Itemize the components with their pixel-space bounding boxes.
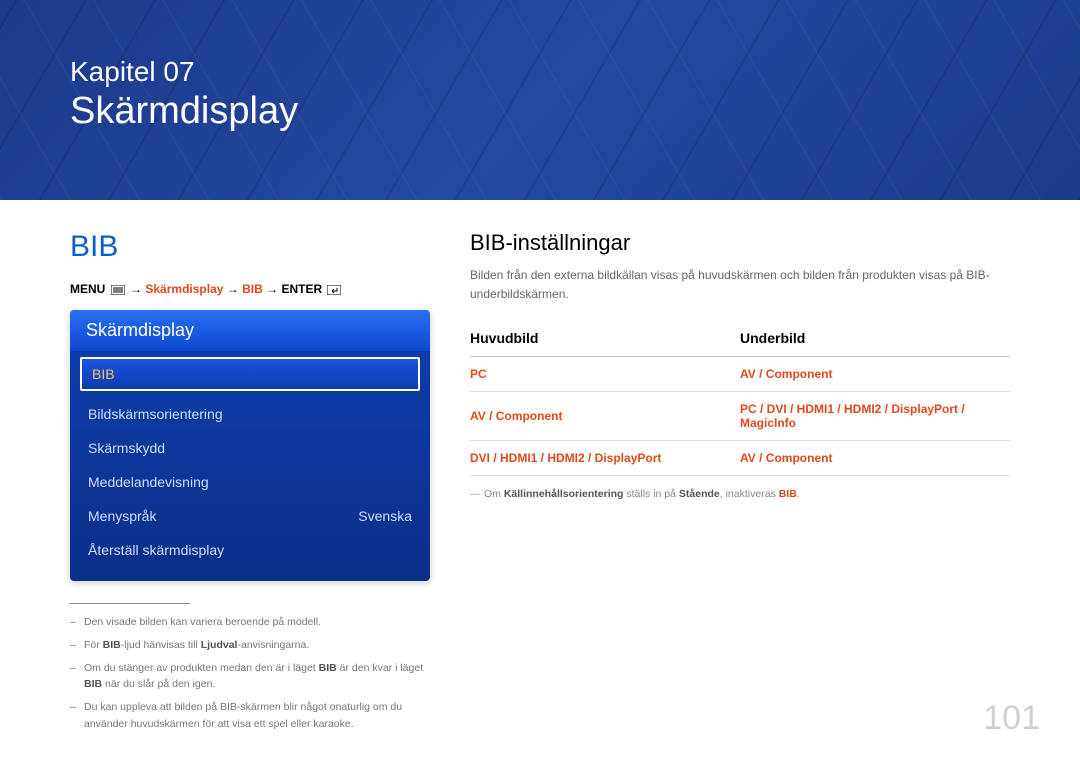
breadcrumb-arrow: → <box>130 282 142 296</box>
breadcrumb-menu: MENU <box>70 282 105 296</box>
section-title-bib: BIB <box>70 230 430 264</box>
osd-menu-item-label: Skärmskydd <box>88 440 165 456</box>
footnote-text: -anvisningarna. <box>237 639 309 651</box>
settings-note: Om Källinnehållsorientering ställs in på… <box>470 486 1010 503</box>
breadcrumb-arrow: → <box>227 282 239 296</box>
osd-menu-item-orientation[interactable]: Bildskärmsorientering <box>70 397 430 431</box>
table-row: AV / Component PC / DVI / HDMI1 / HDMI2 … <box>470 392 1010 441</box>
chapter-kicker: Kapitel 07 <box>70 55 1010 89</box>
table-cell: AV / Component <box>470 392 740 441</box>
osd-menu-item-label: Meddelandevisning <box>88 474 209 490</box>
footnote-text: Om du stänger av produkten medan den är … <box>84 662 319 674</box>
table-cell: AV / Component <box>740 441 1010 476</box>
osd-menu-item-reset[interactable]: Återställ skärmdisplay <box>70 533 430 567</box>
table-row: DVI / HDMI1 / HDMI2 / DisplayPort AV / C… <box>470 441 1010 476</box>
table-header-main: Huvudbild <box>470 324 740 357</box>
chapter-banner: Kapitel 07 Skärmdisplay <box>0 0 1080 200</box>
footnote-item: Om du stänger av produkten medan den är … <box>70 660 430 694</box>
osd-menu-item-label: Återställ skärmdisplay <box>88 542 224 558</box>
note-text: . <box>797 488 800 500</box>
osd-menu-item-language[interactable]: Menyspråk Svenska <box>70 499 430 533</box>
menu-icon <box>111 285 125 295</box>
breadcrumb-enter: ENTER <box>281 282 322 296</box>
table-header-sub: Underbild <box>740 324 1010 357</box>
osd-menu-item-label: BIB <box>92 366 115 382</box>
footnote-text: är den kvar i läget <box>337 662 423 674</box>
page-number: 101 <box>983 699 1040 738</box>
footnote-strong: BIB <box>84 678 102 690</box>
breadcrumb-p1: Skärmdisplay <box>145 282 223 296</box>
osd-menu-item-message[interactable]: Meddelandevisning <box>70 465 430 499</box>
breadcrumb-arrow: → <box>266 282 278 296</box>
table-cell: DVI / HDMI1 / HDMI2 / DisplayPort <box>470 441 740 476</box>
osd-menu-item-screensaver[interactable]: Skärmskydd <box>70 431 430 465</box>
note-strong: Stående <box>679 488 720 500</box>
table-row: PC AV / Component <box>470 357 1010 392</box>
footnote-rule <box>70 603 190 604</box>
osd-menu-item-bib[interactable]: BIB <box>80 357 420 391</box>
footnote-item: Den visade bilden kan variera beroende p… <box>70 614 430 631</box>
note-text: ställs in på <box>623 488 678 500</box>
osd-menu-header: Skärmdisplay <box>70 310 430 351</box>
footnote-text: -ljud hänvisas till <box>121 639 201 651</box>
breadcrumb: MENU → Skärmdisplay → BIB → ENTER <box>70 282 430 296</box>
note-strong: Källinnehållsorientering <box>504 488 624 500</box>
source-table: Huvudbild Underbild PC AV / Component AV… <box>470 324 1010 476</box>
enter-icon <box>327 285 341 295</box>
table-cell: AV / Component <box>740 357 1010 392</box>
breadcrumb-p2: BIB <box>242 282 263 296</box>
note-highlight: BIB <box>779 488 797 500</box>
footnote-strong: BIB <box>103 639 121 651</box>
footnotes: Den visade bilden kan variera beroende p… <box>70 603 430 733</box>
footnote-strong: Ljudval <box>201 639 238 651</box>
table-cell: PC <box>470 357 740 392</box>
osd-menu-panel: Skärmdisplay BIB Bildskärmsorientering S… <box>70 310 430 581</box>
footnote-item: För BIB-ljud hänvisas till Ljudval-anvis… <box>70 637 430 654</box>
settings-heading: BIB-inställningar <box>470 230 1010 256</box>
osd-menu-item-label: Bildskärmsorientering <box>88 406 223 422</box>
osd-menu-item-label: Menyspråk <box>88 508 156 524</box>
footnote-item: Du kan uppleva att bilden på BIB-skärmen… <box>70 699 430 733</box>
note-text: , inaktiveras <box>720 488 779 500</box>
osd-menu-item-value: Svenska <box>358 508 412 524</box>
note-text: Om <box>484 488 504 500</box>
chapter-title: Skärmdisplay <box>70 89 1010 135</box>
table-cell: PC / DVI / HDMI1 / HDMI2 / DisplayPort /… <box>740 392 1010 441</box>
footnote-strong: BIB <box>319 662 337 674</box>
settings-description: Bilden från den externa bildkällan visas… <box>470 266 1010 304</box>
footnote-text: när du slår på den igen. <box>102 678 215 690</box>
footnote-text: För <box>84 639 103 651</box>
